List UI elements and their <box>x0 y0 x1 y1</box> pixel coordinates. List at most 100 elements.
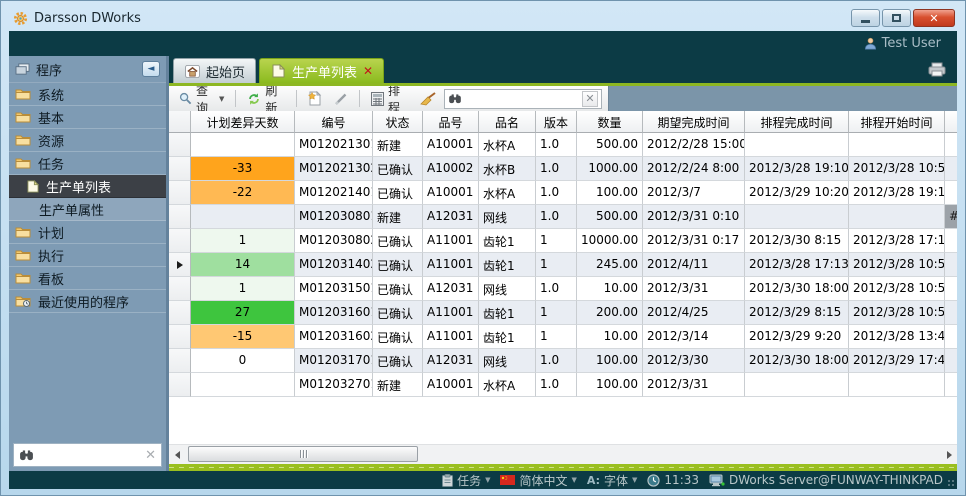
grid-cell[interactable]: 1.0 <box>536 205 577 229</box>
row-selector-cell[interactable] <box>169 325 191 349</box>
row-selector-cell[interactable] <box>169 349 191 373</box>
new-button[interactable] <box>304 89 326 108</box>
grid-cell[interactable]: 2012/3/31 0:17 <box>643 229 745 253</box>
grid-cell[interactable]: 新建 <box>373 205 423 229</box>
column-header[interactable]: 版本 <box>536 111 577 133</box>
grid-cell[interactable]: 1.0 <box>536 277 577 301</box>
grid-row[interactable]: 14M012031402已确认A11001齿轮11245.002012/4/11… <box>169 253 957 277</box>
grid-cell[interactable]: 2012/3/28 17:13 <box>849 229 945 253</box>
grid-cell[interactable]: M012031501 <box>295 277 373 301</box>
grid-cell[interactable] <box>745 373 849 397</box>
user-area[interactable]: Test User <box>864 36 947 51</box>
grid-cell[interactable]: 14 <box>191 253 295 277</box>
close-button[interactable]: ✕ <box>913 9 955 27</box>
grid-cell[interactable]: 已确认 <box>373 301 423 325</box>
sidebar-search-clear-icon[interactable]: ✕ <box>145 448 156 463</box>
scroll-left-button[interactable] <box>169 446 185 463</box>
query-dropdown-icon[interactable]: ▼ <box>219 95 224 103</box>
font-dropdown[interactable]: A: 字体 ▼ <box>587 472 638 489</box>
column-header[interactable]: 排程完成时间 <box>745 111 849 133</box>
grid-cell[interactable]: 已确认 <box>373 157 423 181</box>
grid-row[interactable]: 1M012031501已确认A12031网线1.010.002012/3/312… <box>169 277 957 301</box>
grid-cell[interactable]: 2012/3/28 13:40 <box>849 325 945 349</box>
sidebar-item[interactable]: 最近使用的程序 <box>9 290 166 313</box>
grid-cell[interactable]: 2012/3/30 18:00 <box>745 349 849 373</box>
grid-cell[interactable]: 1 <box>536 229 577 253</box>
grid-cell[interactable]: M012032701 <box>295 373 373 397</box>
grid-cell[interactable] <box>849 133 945 157</box>
grid-cell[interactable]: 2012/3/30 18:00 <box>745 277 849 301</box>
grid-cell[interactable]: M012030802 <box>295 229 373 253</box>
grid-row[interactable]: 0M012031701已确认A12031网线1.0100.002012/3/30… <box>169 349 957 373</box>
toolbar-search-clear-icon[interactable]: ✕ <box>582 91 598 107</box>
grid-cell[interactable]: 2012/3/28 10:52 <box>849 277 945 301</box>
sidebar-item[interactable]: 计划 <box>9 221 166 244</box>
grid-cell[interactable]: 已确认 <box>373 229 423 253</box>
grid-cell[interactable]: 1 <box>191 229 295 253</box>
grid-cell[interactable]: 水杯A <box>479 181 536 205</box>
grid-cell[interactable]: A11001 <box>423 325 479 349</box>
grid-cell[interactable]: 1.0 <box>536 157 577 181</box>
grid-cell[interactable]: # <box>945 205 957 229</box>
row-selector-cell[interactable] <box>169 301 191 325</box>
sidebar-item[interactable]: 系统 <box>9 83 166 106</box>
grid-cell[interactable]: 网线 <box>479 277 536 301</box>
grid-cell[interactable]: A10001 <box>423 133 479 157</box>
grid-cell[interactable]: M012031601 <box>295 301 373 325</box>
grid-row[interactable]: 27M012031601已确认A11001齿轮11200.002012/4/25… <box>169 301 957 325</box>
grid-cell[interactable]: 2012/3/14 <box>643 325 745 349</box>
grid-row[interactable]: M012032701新建A10001水杯A1.0100.002012/3/31 <box>169 373 957 397</box>
grid-cell[interactable]: 2012/2/24 8:00 <box>643 157 745 181</box>
restore-button[interactable] <box>882 9 911 27</box>
grid-cell[interactable]: 2012/4/11 <box>643 253 745 277</box>
grid-cell[interactable] <box>945 301 957 325</box>
grid-cell[interactable]: 2012/3/29 17:46 <box>849 349 945 373</box>
grid-cell[interactable]: M012031602 <box>295 325 373 349</box>
sidebar-item[interactable]: 生产单列表 <box>9 175 166 198</box>
grid-row[interactable]: 1M012030802已确认A11001齿轮1110000.002012/3/3… <box>169 229 957 253</box>
grid-cell[interactable]: 已确认 <box>373 181 423 205</box>
grid-cell[interactable]: 2012/3/28 10:52 <box>849 301 945 325</box>
minimize-button[interactable] <box>851 9 880 27</box>
grid-cell[interactable]: A12031 <box>423 277 479 301</box>
sidebar-item[interactable]: 基本 <box>9 106 166 129</box>
grid-cell[interactable]: 已确认 <box>373 253 423 277</box>
grid-cell[interactable] <box>945 277 957 301</box>
grid-cell[interactable]: M012021301 <box>295 133 373 157</box>
grid-cell[interactable]: 2012/3/31 <box>643 277 745 301</box>
language-dropdown[interactable]: 简体中文 ▼ <box>500 472 576 489</box>
grid-cell[interactable]: A12031 <box>423 349 479 373</box>
printer-icon[interactable] <box>927 62 947 77</box>
grid-cell[interactable] <box>945 133 957 157</box>
row-selector-cell[interactable] <box>169 229 191 253</box>
grid-cell[interactable]: M012031402 <box>295 253 373 277</box>
edit-button[interactable] <box>330 90 352 108</box>
grid-cell[interactable] <box>945 349 957 373</box>
grid-cell[interactable]: A10001 <box>423 181 479 205</box>
grid-cell[interactable]: M012030801 <box>295 205 373 229</box>
grid-row[interactable]: M012021301新建A10001水杯A1.0500.002012/2/28 … <box>169 133 957 157</box>
row-selector-cell[interactable] <box>169 181 191 205</box>
grid-cell[interactable]: 10.00 <box>577 277 643 301</box>
grid-cell[interactable] <box>945 373 957 397</box>
grid-cell[interactable]: 2012/3/29 9:20 <box>745 325 849 349</box>
grid-cell[interactable]: 1 <box>536 253 577 277</box>
grid-cell[interactable]: 200.00 <box>577 301 643 325</box>
sidebar-search-input[interactable] <box>39 448 140 462</box>
grid-cell[interactable]: 水杯B <box>479 157 536 181</box>
grid-row[interactable]: -22M012021401已确认A10001水杯A1.0100.002012/3… <box>169 181 957 205</box>
row-selector-current[interactable] <box>169 253 191 277</box>
grid-cell[interactable]: 2012/2/28 15:00 <box>643 133 745 157</box>
column-header[interactable]: 首 <box>945 111 957 133</box>
grid-row[interactable]: -33M012021302已确认A10002水杯B1.01000.002012/… <box>169 157 957 181</box>
grid-row[interactable]: -15M012031602已确认A11001齿轮1110.002012/3/14… <box>169 325 957 349</box>
grid-cell[interactable]: A10001 <box>423 373 479 397</box>
scrollbar-track[interactable] <box>185 446 941 463</box>
grid-cell[interactable] <box>849 205 945 229</box>
grid-cell[interactable]: 齿轮1 <box>479 229 536 253</box>
task-dropdown[interactable]: 任务 ▼ <box>442 472 490 489</box>
grid-row[interactable]: M012030801新建A12031网线1.0500.002012/3/31 0… <box>169 205 957 229</box>
grid-cell[interactable]: 2012/3/28 19:10 <box>745 157 849 181</box>
sidebar-item[interactable]: 看板 <box>9 267 166 290</box>
grid-cell[interactable]: 网线 <box>479 349 536 373</box>
